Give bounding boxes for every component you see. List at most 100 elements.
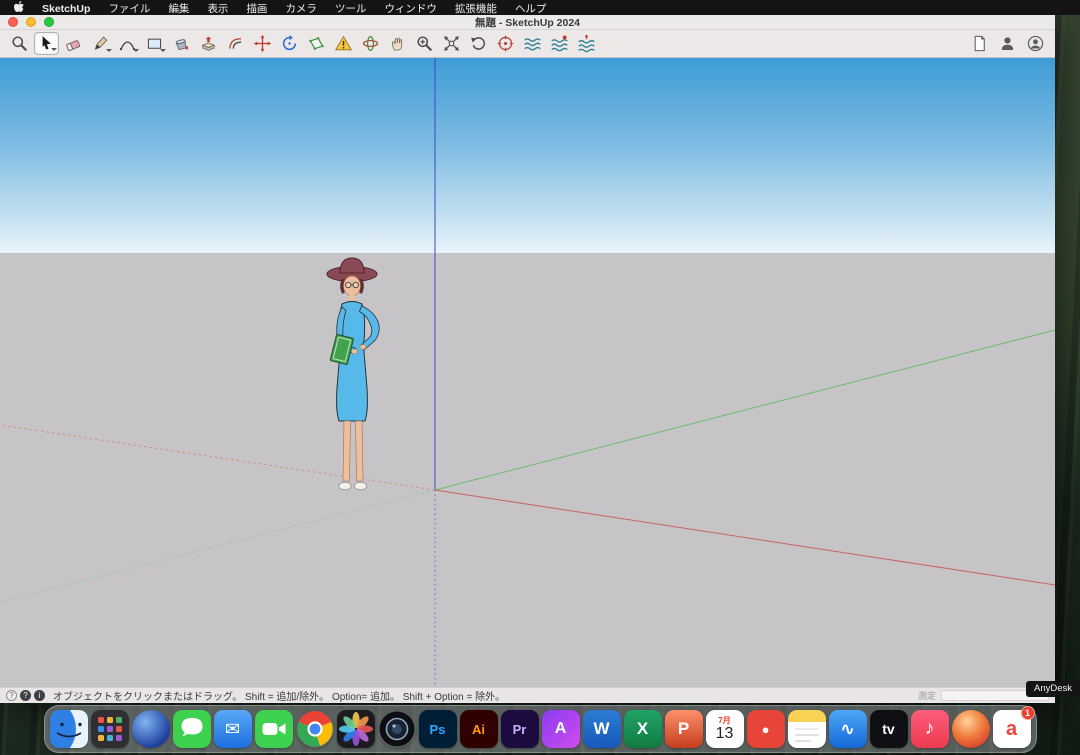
arc-tool[interactable] bbox=[115, 32, 140, 55]
dock-premiere-icon[interactable]: Pr bbox=[501, 710, 539, 748]
dock-calendar-icon[interactable]: 7月13 bbox=[706, 710, 744, 748]
figure-hand bbox=[352, 349, 358, 354]
zoom-window-tool-icon bbox=[415, 34, 434, 53]
apple-menu-icon[interactable] bbox=[6, 1, 33, 14]
figure-shoe bbox=[339, 482, 351, 490]
notification-badge: 1 bbox=[1021, 706, 1035, 720]
zoom-window-button[interactable] bbox=[44, 17, 54, 27]
close-button[interactable] bbox=[8, 17, 18, 27]
zoom-tool[interactable] bbox=[7, 32, 32, 55]
push-pull-tool[interactable] bbox=[196, 32, 221, 55]
dock-photoshop-icon[interactable]: Ps bbox=[419, 710, 457, 748]
menu-item-2[interactable]: 編集 bbox=[159, 3, 198, 15]
help-icon[interactable]: ? bbox=[20, 690, 31, 701]
dock-finder-icon[interactable] bbox=[50, 710, 88, 748]
dock-red-app-icon[interactable]: ● bbox=[747, 710, 785, 748]
dock-photos-icon[interactable] bbox=[337, 710, 375, 748]
figure-leg bbox=[356, 421, 364, 481]
previous-view-tool[interactable] bbox=[466, 32, 491, 55]
account-button-icon bbox=[1026, 34, 1045, 53]
menu-item-3[interactable]: 表示 bbox=[198, 3, 237, 15]
position-camera-tool[interactable] bbox=[493, 32, 518, 55]
line-tool[interactable] bbox=[88, 32, 113, 55]
dimension-tool-icon bbox=[334, 34, 353, 53]
dock-facetime-icon[interactable] bbox=[255, 710, 293, 748]
dock-messages-icon[interactable] bbox=[173, 710, 211, 748]
dock-illustrator-icon[interactable]: Ai bbox=[460, 710, 498, 748]
new-document-button-icon bbox=[970, 34, 989, 53]
rotate-tool[interactable] bbox=[277, 32, 302, 55]
offset-tool-icon bbox=[226, 34, 245, 53]
dock-orange-round-app-icon[interactable] bbox=[952, 710, 990, 748]
figure-glasses bbox=[346, 282, 351, 287]
paint-bucket-tool-icon bbox=[172, 34, 191, 53]
dropdown-caret-icon bbox=[133, 49, 139, 52]
zoom-window-tool[interactable] bbox=[412, 32, 437, 55]
dock-chrome-icon[interactable] bbox=[296, 710, 334, 748]
scale-tool[interactable] bbox=[304, 32, 329, 55]
shape-tool[interactable] bbox=[142, 32, 167, 55]
minimize-button[interactable] bbox=[26, 17, 36, 27]
dimension-tool[interactable] bbox=[331, 32, 356, 55]
sandbox-tool-2[interactable] bbox=[547, 32, 572, 55]
orbit-tool[interactable] bbox=[358, 32, 383, 55]
dock-apple-tv-icon[interactable]: tv bbox=[870, 710, 908, 748]
dock-excel-icon[interactable]: X bbox=[624, 710, 662, 748]
account-button[interactable] bbox=[1023, 32, 1048, 55]
position-camera-tool-icon bbox=[496, 34, 515, 53]
paint-bucket-tool[interactable] bbox=[169, 32, 194, 55]
offset-tool[interactable] bbox=[223, 32, 248, 55]
user-button-icon bbox=[998, 34, 1017, 53]
dock-word-icon[interactable]: W bbox=[583, 710, 621, 748]
menu-item-4[interactable]: 描画 bbox=[237, 3, 276, 15]
rotate-tool-icon bbox=[280, 34, 299, 53]
move-tool[interactable] bbox=[250, 32, 275, 55]
title-bar[interactable]: 無題 - SketchUp 2024 bbox=[0, 15, 1055, 30]
geo-icon[interactable]: ? bbox=[6, 690, 17, 701]
dock-panel: ✉ PsAiPrAWXP7月13● ∿tv♪ a1 bbox=[44, 705, 1037, 753]
scale-tool-icon bbox=[307, 34, 326, 53]
info-icon[interactable]: i bbox=[34, 690, 45, 701]
push-pull-tool-icon bbox=[199, 34, 218, 53]
red-axis bbox=[435, 490, 1055, 585]
pan-tool[interactable] bbox=[385, 32, 410, 55]
zoom-tool-icon bbox=[10, 34, 29, 53]
sandbox-tool-3[interactable] bbox=[574, 32, 599, 55]
menu-item-0[interactable]: SketchUp bbox=[33, 3, 99, 15]
dock-notes-icon[interactable] bbox=[788, 710, 826, 748]
dropdown-caret-icon bbox=[51, 48, 57, 51]
dock-powerpoint-icon[interactable]: P bbox=[665, 710, 703, 748]
menu-item-9[interactable]: ヘルプ bbox=[506, 3, 556, 15]
new-document-button[interactable] bbox=[967, 32, 992, 55]
dock-music-icon[interactable]: ♪ bbox=[911, 710, 949, 748]
anydesk-tooltip: AnyDesk bbox=[1026, 681, 1080, 697]
calendar-month: 7月 bbox=[718, 717, 730, 725]
dock-affinity-app-icon[interactable]: A bbox=[542, 710, 580, 748]
dock-anydesk-icon[interactable]: a1 bbox=[993, 710, 1031, 748]
eraser-tool[interactable] bbox=[61, 32, 86, 55]
green-axis-negative bbox=[0, 490, 435, 602]
sandbox-tool-1[interactable] bbox=[520, 32, 545, 55]
viewport-3d[interactable] bbox=[0, 58, 1055, 687]
sketchup-window: 無題 - SketchUp 2024 bbox=[0, 15, 1055, 703]
menu-item-6[interactable]: ツール bbox=[326, 3, 376, 15]
zoom-extents-tool[interactable] bbox=[439, 32, 464, 55]
dock-blue-wave-app-icon[interactable]: ∿ bbox=[829, 710, 867, 748]
dock-mail-icon[interactable]: ✉ bbox=[214, 710, 252, 748]
toolbar bbox=[0, 30, 1055, 58]
select-tool[interactable] bbox=[34, 32, 59, 55]
window-title: 無題 - SketchUp 2024 bbox=[0, 15, 1055, 30]
status-hint: オブジェクトをクリックまたはドラッグ。 Shift = 追加/除外。 Optio… bbox=[53, 688, 505, 703]
dock-launchpad-icon[interactable] bbox=[91, 710, 129, 748]
dock-camera-app-icon[interactable] bbox=[378, 710, 416, 748]
figure-glasses bbox=[353, 282, 358, 287]
dock-browser-icon[interactable] bbox=[132, 710, 170, 748]
figure-hand bbox=[360, 345, 366, 350]
menu-item-5[interactable]: カメラ bbox=[276, 3, 326, 15]
measure-label: 測定 bbox=[918, 689, 936, 702]
menu-item-8[interactable]: 拡張機能 bbox=[446, 3, 506, 15]
menu-item-1[interactable]: ファイル bbox=[99, 3, 159, 15]
user-button[interactable] bbox=[995, 32, 1020, 55]
scale-figure[interactable] bbox=[314, 250, 394, 496]
menu-item-7[interactable]: ウィンドウ bbox=[375, 3, 446, 15]
